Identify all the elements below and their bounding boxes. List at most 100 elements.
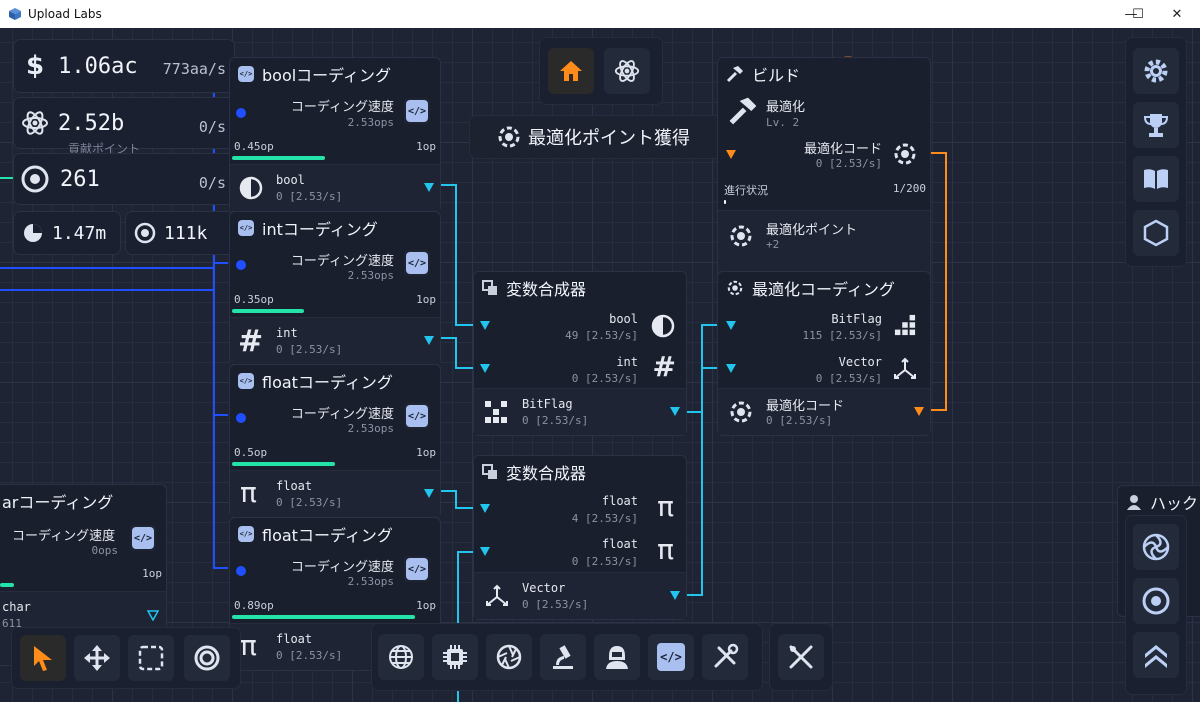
notification-toast: 最適化ポイント獲得 xyxy=(470,116,728,158)
output-port[interactable] xyxy=(424,336,434,345)
input-port[interactable] xyxy=(480,364,490,373)
output-name: int xyxy=(276,326,298,340)
output-port[interactable] xyxy=(914,407,924,416)
input-port[interactable] xyxy=(480,321,490,330)
node-title: ハック xyxy=(1150,494,1199,513)
input-port[interactable] xyxy=(236,108,246,118)
code-upgrade-button[interactable]: </> xyxy=(404,556,430,582)
output-name: BitFlag xyxy=(522,397,573,411)
hammer-icon xyxy=(726,66,743,83)
code-upgrade-button[interactable]: </> xyxy=(404,403,430,429)
design-tool[interactable] xyxy=(778,634,824,680)
optimization-coding-node[interactable]: 最適化コーディング BitFlag 115 [2.53/s] Vector 0 … xyxy=(718,272,930,435)
code-upgrade-button[interactable]: </> xyxy=(404,98,430,124)
guide-button[interactable] xyxy=(1133,156,1179,202)
tool-palette xyxy=(12,628,240,688)
circle-tool[interactable] xyxy=(184,635,230,681)
gear-refresh-icon xyxy=(730,401,752,423)
output-port[interactable] xyxy=(424,183,434,192)
code-icon: </> xyxy=(406,100,428,122)
input-rate: 0 [2.53/s] xyxy=(571,372,638,385)
input-port[interactable] xyxy=(480,504,490,513)
trophy-icon xyxy=(1143,114,1169,137)
gear-refresh-icon xyxy=(727,280,743,296)
marquee-select-tool[interactable] xyxy=(128,635,174,681)
input-port[interactable] xyxy=(236,260,246,270)
target-button[interactable] xyxy=(1133,578,1179,624)
move-tool[interactable] xyxy=(74,635,120,681)
build-item-name: 最適化 xyxy=(766,100,806,115)
network-category[interactable] xyxy=(378,634,424,680)
output-port[interactable] xyxy=(670,407,680,416)
speed-label: コーディング速度 xyxy=(290,560,394,575)
build-node[interactable]: ビルド 最適化 Lv. 2 最適化コード 0 [2.53/s] 進行状況 1/2… xyxy=(718,58,930,282)
microscope-icon xyxy=(553,645,573,669)
code-upgrade-button[interactable]: </> xyxy=(404,250,430,276)
cycle-stat: 111k xyxy=(126,212,234,254)
speed-label: コーディング速度 xyxy=(290,100,394,115)
book-icon xyxy=(1144,169,1168,189)
window-titlebar: Upload Labs — ☐ ✕ xyxy=(0,0,1200,28)
output-port[interactable] xyxy=(424,489,434,498)
token-rate: 0/s xyxy=(198,174,226,192)
progress-bar xyxy=(724,200,726,204)
bool-coding-node[interactable]: </> boolコーディング コーディング速度 2.53ops </> 0.45o… xyxy=(230,58,440,211)
hardware-category[interactable] xyxy=(432,634,478,680)
node-title: floatコーディング xyxy=(262,373,393,392)
target-coin-icon xyxy=(1142,587,1170,615)
category-bar: </> xyxy=(372,624,762,690)
hash-icon: # xyxy=(238,324,264,359)
output-name: char xyxy=(2,600,31,614)
cycle-value: 111k xyxy=(164,222,208,244)
output-row: Vector 0 [2.53/s] xyxy=(474,572,686,619)
input-port[interactable] xyxy=(236,413,246,423)
code-icon: </> xyxy=(238,373,254,389)
speed-value: 2.53ops xyxy=(347,269,394,282)
input-port[interactable] xyxy=(480,547,490,556)
tools-category[interactable] xyxy=(702,634,748,680)
node-title: 最適化コーディング xyxy=(752,280,895,299)
variable-combiner-node[interactable]: 変数合成器 float 4 [2.53/s] π float 0 [2.53/s… xyxy=(474,456,686,619)
atom-icon xyxy=(614,60,640,82)
settings-button[interactable] xyxy=(1133,48,1179,94)
vortex-button[interactable] xyxy=(1133,524,1179,570)
output-rate: 0 [2.53/s] xyxy=(276,649,343,662)
modules-button[interactable] xyxy=(1133,210,1179,256)
input-port[interactable] xyxy=(236,566,246,576)
output-port[interactable] xyxy=(670,591,680,600)
code-icon: </> xyxy=(238,66,254,82)
hacking-category[interactable] xyxy=(594,634,640,680)
gear-refresh-icon xyxy=(894,143,916,165)
coding-category[interactable]: </> xyxy=(648,634,694,680)
output-port[interactable] xyxy=(147,610,159,621)
float-coding-node[interactable]: </> floatコーディング コーディング速度 2.53ops </> 0.5o… xyxy=(230,365,440,517)
input-port[interactable] xyxy=(726,364,736,373)
input-port[interactable] xyxy=(726,321,736,330)
pi-icon: π xyxy=(657,533,674,566)
target-coin-icon xyxy=(21,165,49,193)
home-tab[interactable] xyxy=(548,48,594,94)
build-mode-bar xyxy=(770,624,832,690)
workspace-canvas[interactable]: $ 1.06ac 773aa/s 2.52b 0/s 貢献ポイント 261 0/… xyxy=(0,28,1200,702)
research-tab[interactable] xyxy=(604,48,650,94)
select-tool[interactable] xyxy=(20,635,66,681)
half-circle-icon xyxy=(239,176,263,200)
processing-category[interactable] xyxy=(486,634,532,680)
variable-combiner-node[interactable]: 変数合成器 bool 49 [2.53/s] int 0 [2.53/s] # … xyxy=(474,272,686,435)
achievements-button[interactable] xyxy=(1133,102,1179,148)
upgrade-button[interactable] xyxy=(1133,632,1179,678)
speed-value: 0ops xyxy=(91,544,119,557)
close-button[interactable]: ✕ xyxy=(1154,0,1200,28)
code-upgrade-button[interactable]: </> xyxy=(130,525,156,551)
int-coding-node[interactable]: </> intコーディング コーディング速度 2.53ops </> 0.35op… xyxy=(230,212,440,364)
input-port[interactable] xyxy=(726,150,736,159)
research-category[interactable] xyxy=(540,634,586,680)
aperture-icon xyxy=(496,644,522,670)
speed-value: 2.53ops xyxy=(347,422,394,435)
pie-chart-icon xyxy=(24,224,42,242)
output-rate: 0 [2.53/s] xyxy=(766,414,833,427)
node-title: ビルド xyxy=(752,66,801,85)
progress-bar xyxy=(0,583,14,587)
output-row: # int 0 [2.53/s] xyxy=(230,317,440,364)
gear-icon xyxy=(1144,59,1168,83)
